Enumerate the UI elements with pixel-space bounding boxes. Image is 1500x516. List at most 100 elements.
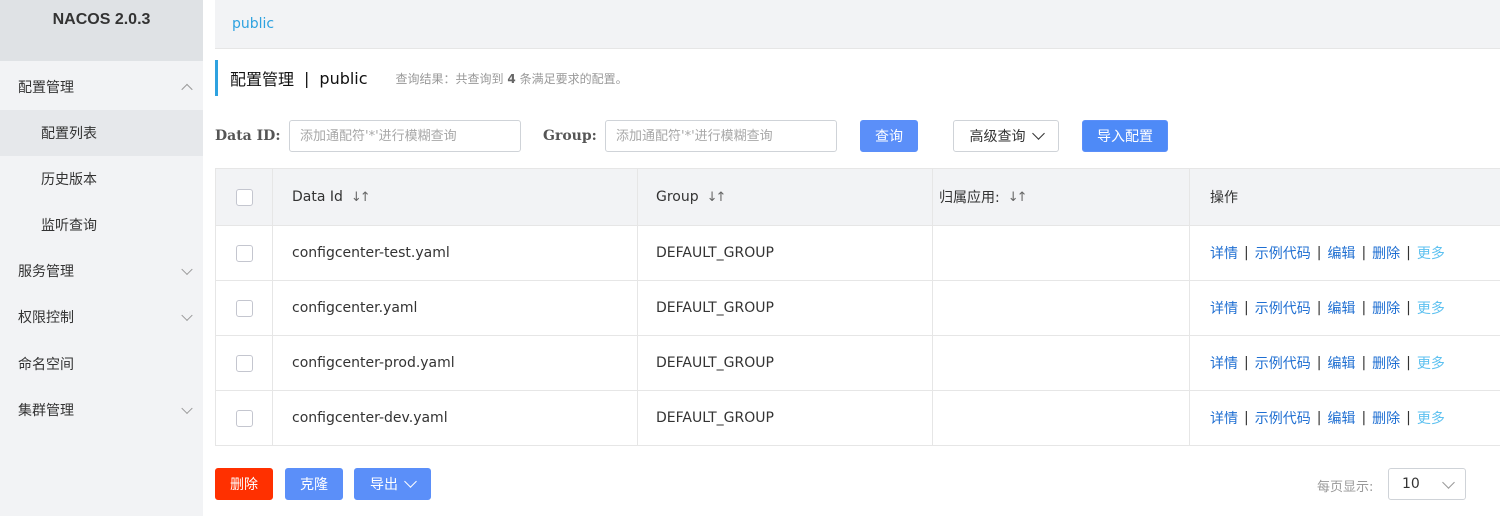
edit-link[interactable]: 编辑 — [1327, 408, 1355, 428]
page-namespace: public — [319, 68, 368, 88]
cell-group: DEFAULT_GROUP — [638, 281, 933, 335]
cell-actions: 详情 | 示例代码 | 编辑 | 删除 | 更多 — [1190, 336, 1500, 390]
header-app[interactable]: 归属应用: ↓↑ — [933, 169, 1190, 225]
chevron-down-icon — [181, 402, 193, 415]
clone-button[interactable]: 克隆 — [285, 468, 343, 500]
table-row: configcenter-dev.yaml DEFAULT_GROUP 详情 | … — [215, 391, 1500, 446]
action-separator: | — [1244, 245, 1249, 261]
query-button[interactable]: 查询 — [860, 120, 918, 152]
action-separator: | — [1244, 410, 1249, 426]
header-label: 归属应用: — [939, 190, 1000, 206]
delete-link[interactable]: 删除 — [1372, 298, 1400, 318]
title-separator: | — [304, 68, 310, 88]
batch-delete-button[interactable]: 删除 — [215, 468, 273, 500]
row-checkbox[interactable] — [235, 299, 253, 317]
table-body: configcenter-test.yaml DEFAULT_GROUP 详情 |… — [215, 226, 1500, 446]
sort-icon[interactable]: ↓↑ — [707, 190, 727, 205]
sample-code-link[interactable]: 示例代码 — [1255, 243, 1311, 263]
chevron-down-icon — [1442, 476, 1455, 489]
sidebar-item-access-control[interactable]: 权限控制 — [0, 294, 203, 340]
sidebar-item-label: 配置管理 — [18, 80, 74, 96]
export-label: 导出 — [370, 477, 398, 493]
row-checkbox[interactable] — [235, 354, 253, 372]
sidebar-item-namespace[interactable]: 命名空间 — [0, 341, 203, 387]
action-separator: | — [1244, 355, 1249, 371]
cell-data-id: configcenter-prod.yaml — [273, 336, 638, 390]
group-label: Group: — [543, 128, 597, 144]
edit-link[interactable]: 编辑 — [1327, 353, 1355, 373]
sidebar-item-label: 权限控制 — [18, 310, 74, 326]
sidebar-item-listener-query[interactable]: 监听查询 — [0, 202, 203, 248]
action-separator: | — [1361, 300, 1367, 316]
page-size-select[interactable]: 10 — [1388, 468, 1466, 500]
app-logo: NACOS 2.0.3 — [0, 0, 203, 61]
header-data-id[interactable]: Data Id ↓↑ — [273, 169, 638, 225]
cell-actions: 详情 | 示例代码 | 编辑 | 删除 | 更多 — [1190, 281, 1500, 335]
group-text: DEFAULT_GROUP — [656, 245, 774, 261]
sidebar-item-service-management[interactable]: 服务管理 — [0, 248, 203, 294]
delete-link[interactable]: 删除 — [1372, 243, 1400, 263]
action-separator: | — [1316, 300, 1322, 316]
more-link[interactable]: 更多 — [1417, 353, 1445, 373]
sidebar-item-config-list[interactable]: 配置列表 — [0, 110, 203, 156]
header-label: Data Id — [292, 189, 343, 205]
delete-link[interactable]: 删除 — [1372, 353, 1400, 373]
row-checkbox-cell — [215, 281, 273, 335]
export-button[interactable]: 导出 — [354, 468, 431, 500]
breadcrumb-namespace[interactable]: public — [232, 16, 274, 32]
edit-link[interactable]: 编辑 — [1327, 298, 1355, 318]
more-link[interactable]: 更多 — [1417, 408, 1445, 428]
import-config-button[interactable]: 导入配置 — [1082, 120, 1168, 152]
page-title: 配置管理 — [230, 70, 295, 89]
cell-app — [933, 391, 1190, 445]
data-id-label: Data ID: — [215, 128, 281, 144]
group-input[interactable] — [605, 120, 837, 152]
cell-group: DEFAULT_GROUP — [638, 336, 933, 390]
sidebar-item-label: 命名空间 — [18, 357, 74, 373]
sidebar-item-history[interactable]: 历史版本 — [0, 156, 203, 202]
more-link[interactable]: 更多 — [1417, 243, 1445, 263]
action-separator: | — [1361, 245, 1367, 261]
more-link[interactable]: 更多 — [1417, 298, 1445, 318]
action-separator: | — [1406, 410, 1411, 426]
sample-code-link[interactable]: 示例代码 — [1255, 353, 1311, 373]
header-group[interactable]: Group ↓↑ — [638, 169, 933, 225]
sidebar-item-label: 监听查询 — [41, 218, 97, 234]
sort-icon[interactable]: ↓↑ — [1008, 190, 1028, 205]
table-row: configcenter.yaml DEFAULT_GROUP 详情 | 示例代码… — [215, 281, 1500, 336]
sample-code-link[interactable]: 示例代码 — [1255, 408, 1311, 428]
group-text: DEFAULT_GROUP — [656, 410, 774, 426]
group-text: DEFAULT_GROUP — [656, 300, 774, 316]
sidebar-item-label: 历史版本 — [41, 172, 97, 188]
action-separator: | — [1316, 355, 1322, 371]
chevron-down-icon — [404, 475, 417, 488]
header-checkbox-cell — [215, 169, 273, 225]
data-id-input[interactable] — [289, 120, 521, 152]
group-text: DEFAULT_GROUP — [656, 355, 774, 371]
detail-link[interactable]: 详情 — [1210, 298, 1238, 318]
advanced-query-button[interactable]: 高级查询 — [953, 120, 1059, 152]
sidebar-item-cluster-management[interactable]: 集群管理 — [0, 387, 203, 433]
row-checkbox[interactable] — [235, 244, 253, 262]
data-id-text: configcenter-dev.yaml — [292, 410, 448, 426]
config-table: Data Id ↓↑ Group ↓↑ 归属应用: ↓↑ 操作 configce… — [215, 168, 1500, 446]
row-checkbox[interactable] — [235, 409, 253, 427]
edit-link[interactable]: 编辑 — [1327, 243, 1355, 263]
sidebar-item-label: 服务管理 — [18, 264, 74, 280]
data-id-text: configcenter-prod.yaml — [292, 355, 455, 371]
cell-group: DEFAULT_GROUP — [638, 226, 933, 280]
sidebar-item-config-management[interactable]: 配置管理 — [0, 64, 203, 110]
sample-code-link[interactable]: 示例代码 — [1255, 298, 1311, 318]
select-all-checkbox[interactable] — [235, 188, 253, 206]
header-actions: 操作 — [1190, 169, 1500, 225]
delete-link[interactable]: 删除 — [1372, 408, 1400, 428]
detail-link[interactable]: 详情 — [1210, 408, 1238, 428]
detail-link[interactable]: 详情 — [1210, 353, 1238, 373]
chevron-up-icon — [181, 83, 193, 96]
sort-icon[interactable]: ↓↑ — [351, 190, 371, 205]
page-size-label: 每页显示: — [1317, 480, 1374, 495]
row-checkbox-cell — [215, 336, 273, 390]
data-id-text: configcenter-test.yaml — [292, 245, 450, 261]
query-result-count: 4 — [507, 71, 516, 86]
detail-link[interactable]: 详情 — [1210, 243, 1238, 263]
